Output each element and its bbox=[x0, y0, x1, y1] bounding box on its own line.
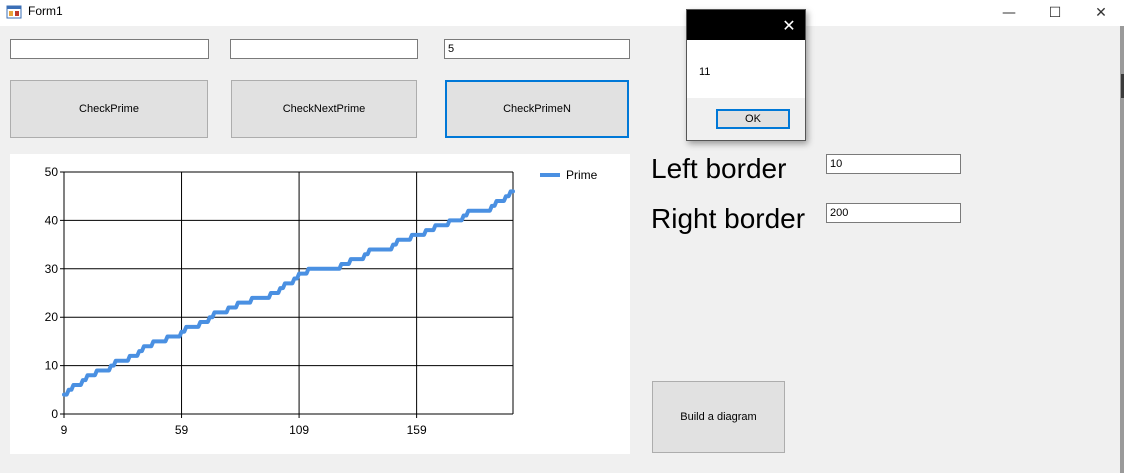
close-button[interactable]: ✕ bbox=[1078, 0, 1124, 26]
first-number-input[interactable] bbox=[10, 39, 209, 59]
chart-panel: 0 10 20 30 40 50 9 59 109 159 Prime bbox=[10, 154, 630, 454]
legend-label: Prime bbox=[566, 168, 598, 182]
y-tick-label: 20 bbox=[45, 310, 59, 324]
right-border-label: Right border bbox=[651, 203, 806, 234]
maximize-icon: ☐ bbox=[1048, 5, 1062, 21]
second-number-input[interactable] bbox=[230, 39, 418, 59]
app-icon bbox=[6, 5, 22, 19]
left-border-input[interactable] bbox=[826, 154, 961, 174]
y-tick-label: 10 bbox=[45, 359, 59, 373]
close-icon: ✕ bbox=[782, 15, 796, 35]
x-tick-label: 59 bbox=[175, 423, 189, 437]
title-bar: Form1 — ☐ ✕ bbox=[0, 0, 1124, 26]
minimize-icon: — bbox=[1002, 5, 1016, 21]
x-tick-label: 109 bbox=[289, 423, 309, 437]
n-input[interactable] bbox=[444, 39, 630, 59]
check-prime-n-button[interactable]: CheckPrimeN bbox=[445, 80, 629, 138]
window-title: Form1 bbox=[28, 4, 63, 18]
message-box-close-button[interactable]: ✕ bbox=[779, 15, 799, 35]
check-prime-button[interactable]: CheckPrime bbox=[10, 80, 208, 138]
x-tick-label: 9 bbox=[61, 423, 68, 437]
build-diagram-button[interactable]: Build a diagram bbox=[652, 381, 785, 453]
check-next-prime-button[interactable]: CheckNextPrime bbox=[231, 80, 417, 138]
y-tick-label: 40 bbox=[45, 213, 59, 227]
y-tick-label: 30 bbox=[45, 262, 59, 276]
right-border-input[interactable] bbox=[826, 203, 961, 223]
left-border-label: Left border bbox=[651, 153, 787, 184]
y-tick-label: 0 bbox=[51, 407, 58, 421]
y-tick-label: 50 bbox=[45, 165, 59, 179]
minimize-button[interactable]: — bbox=[986, 0, 1032, 26]
message-box-text: 11 bbox=[699, 66, 711, 78]
prime-chart: 0 10 20 30 40 50 9 59 109 159 Prime bbox=[45, 165, 598, 437]
message-box-header: ✕ bbox=[687, 10, 805, 40]
ok-button[interactable]: OK bbox=[716, 109, 790, 129]
maximize-button[interactable]: ☐ bbox=[1032, 0, 1078, 26]
close-icon: ✕ bbox=[1095, 5, 1107, 21]
series-line-prime bbox=[62, 189, 515, 397]
x-tick-label: 159 bbox=[407, 423, 427, 437]
message-box: ✕ 11 OK bbox=[686, 9, 806, 141]
message-box-footer: OK bbox=[687, 98, 805, 140]
